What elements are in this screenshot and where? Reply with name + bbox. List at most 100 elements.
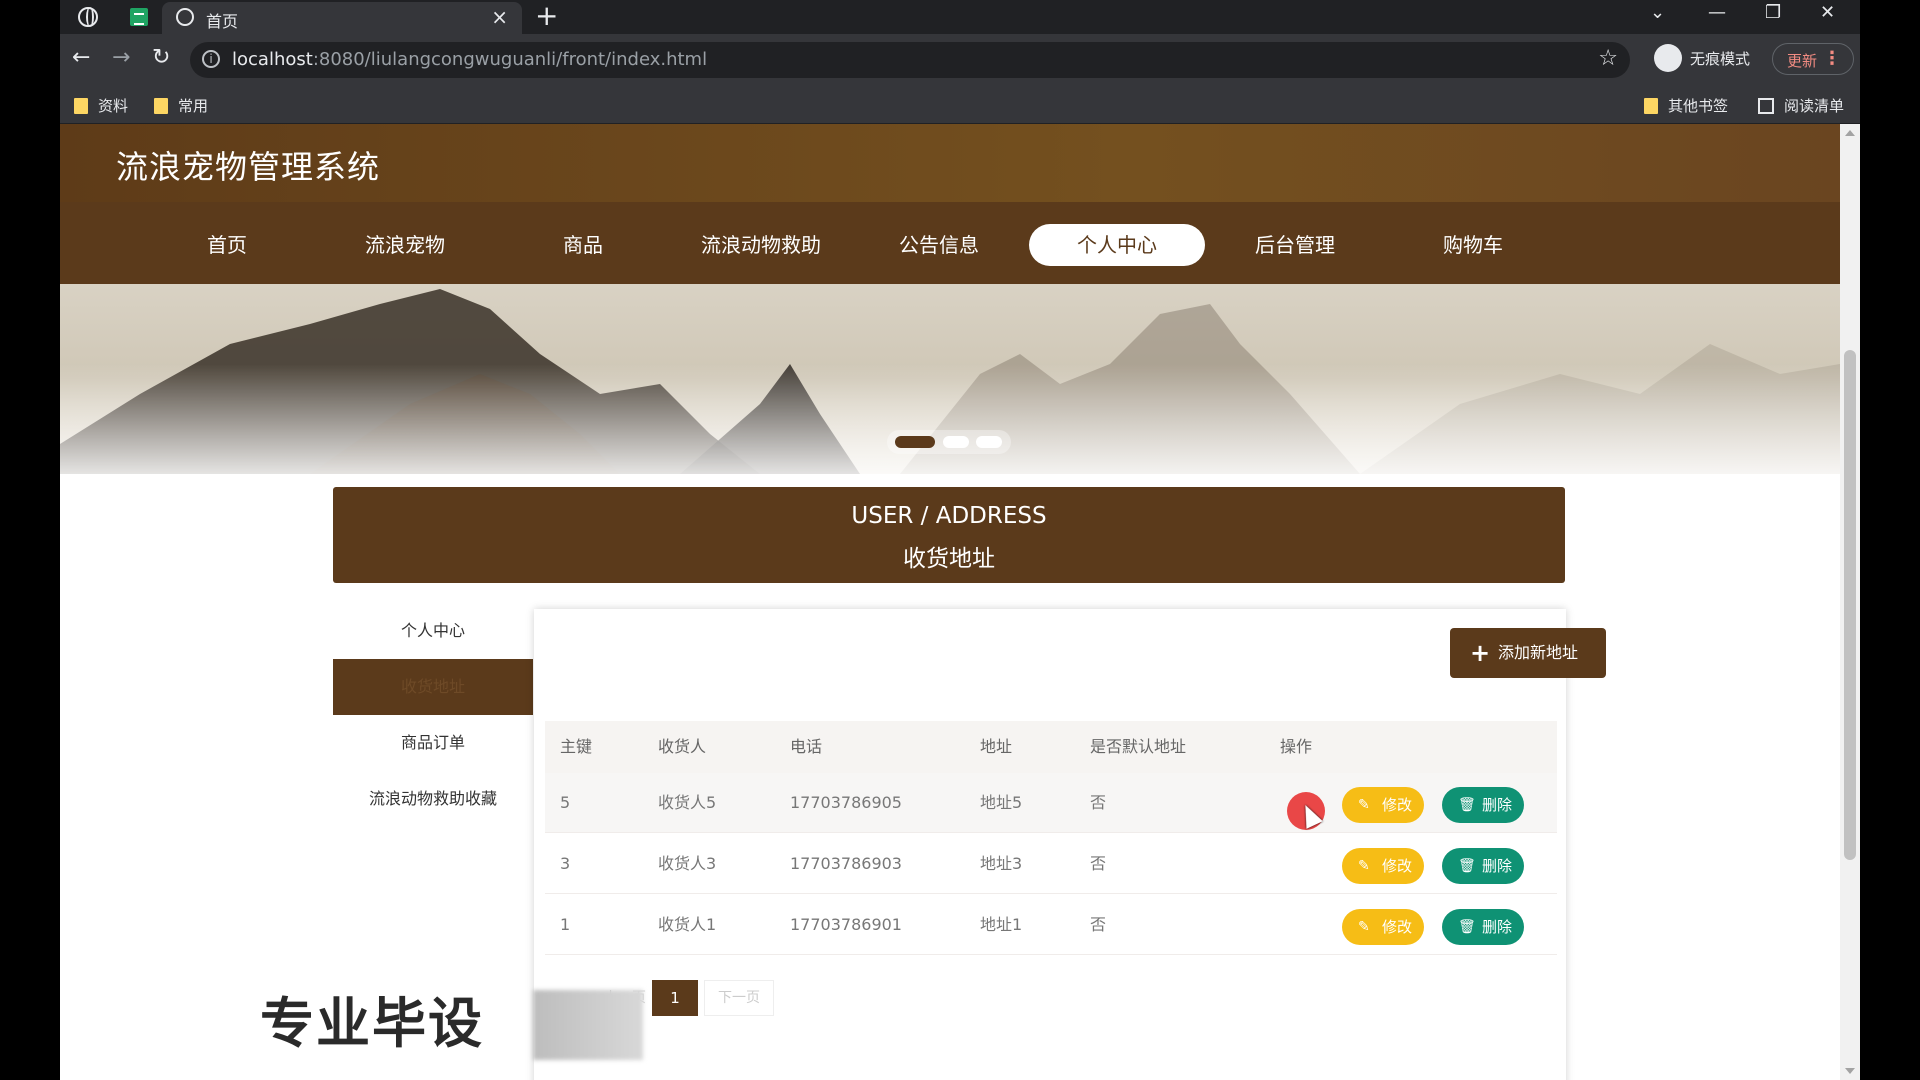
pencil-icon: ✎ [1358, 919, 1370, 935]
nav-cart[interactable]: 购物车 [1385, 224, 1561, 266]
bookmark-label: 其他书签 [1668, 97, 1729, 115]
delete-label: 删除 [1482, 796, 1513, 814]
cell-id: 5 [560, 793, 571, 812]
restore-button[interactable]: ❐ [1765, 2, 1781, 23]
plus-icon: + [1470, 639, 1491, 667]
minimize-button[interactable]: — [1708, 2, 1726, 23]
forward-button[interactable]: → [112, 45, 130, 70]
carousel-dot-2[interactable] [943, 436, 969, 448]
cell-receiver: 收货人1 [658, 915, 717, 934]
carousel-dots [887, 430, 1011, 454]
next-page-button[interactable]: 下一页 [704, 980, 774, 1016]
nav-home[interactable]: 首页 [139, 224, 315, 266]
page-scrollbar[interactable] [1840, 124, 1860, 1080]
delete-button[interactable]: 🗑 删除 [1442, 909, 1524, 945]
nav-stray-pets[interactable]: 流浪宠物 [317, 224, 493, 266]
cell-address: 地址3 [980, 854, 1023, 873]
screen: 首页 × + ⌄ — ❐ ✕ ← → ↻ i localhost:8080/li… [0, 0, 1920, 1080]
sidebar-item-rescue-favorites[interactable]: 流浪动物救助收藏 [333, 771, 533, 827]
nav-personal-center[interactable]: 个人中心 [1029, 224, 1205, 266]
delete-button[interactable]: 🗑 删除 [1442, 787, 1524, 823]
update-button[interactable]: 更新 ⋮ [1772, 43, 1854, 75]
edit-label: 修改 [1382, 796, 1413, 814]
table-row: 5 收货人5 17703786905 地址5 否 ✎ 修改 🗑 删除 [545, 773, 1557, 833]
carousel-dot-1[interactable] [895, 436, 935, 448]
nav-products[interactable]: 商品 [495, 224, 671, 266]
cell-receiver: 收货人3 [658, 854, 717, 873]
th-actions: 操作 [1280, 737, 1313, 756]
bookmark-label: 常用 [178, 97, 209, 115]
site-title: 流浪宠物管理系统 [116, 148, 381, 186]
edit-button[interactable]: ✎ 修改 [1342, 848, 1424, 884]
nav-announcements[interactable]: 公告信息 [851, 224, 1027, 266]
incognito-label: 无痕模式 [1690, 50, 1751, 68]
tab-title: 首页 [206, 12, 239, 31]
section-title-cn: 收货地址 [903, 546, 995, 572]
other-bookmarks[interactable]: 其他书签 [1644, 95, 1728, 116]
globe-icon [176, 8, 194, 26]
url-text[interactable]: localhost:8080/liulangcongwuguanli/front… [232, 49, 707, 70]
th-id: 主键 [560, 737, 593, 756]
new-tab-button[interactable]: + [535, 0, 558, 32]
nav-admin[interactable]: 后台管理 [1207, 224, 1383, 266]
site-header: 流浪宠物管理系统 [60, 124, 1840, 202]
table-header: 主键 收货人 电话 地址 是否默认地址 操作 [545, 721, 1557, 773]
star-icon[interactable]: ☆ [1598, 46, 1618, 71]
cell-default: 否 [1090, 854, 1107, 873]
th-address: 地址 [980, 737, 1013, 756]
bookmark-label: 资料 [98, 97, 129, 115]
folder-icon [1644, 98, 1658, 114]
address-bar[interactable]: i localhost:8080/liulangcongwuguanli/fro… [190, 42, 1630, 78]
delete-label: 删除 [1482, 918, 1513, 936]
reading-list[interactable]: 阅读清单 [1758, 95, 1844, 116]
trash-icon: 🗑 [1458, 919, 1476, 935]
edit-button[interactable]: ✎ 修改 [1342, 787, 1424, 823]
nav-rescue[interactable]: 流浪动物救助 [673, 224, 849, 266]
update-label: 更新 [1787, 52, 1818, 70]
cell-address: 地址5 [980, 793, 1023, 812]
sidebar-item-address[interactable]: 收货地址 [333, 659, 533, 715]
table-row: 1 收货人1 17703786901 地址1 否 ✎ 修改 🗑 删除 [545, 895, 1557, 955]
table-row: 3 收货人3 17703786903 地址3 否 ✎ 修改 🗑 删除 [545, 834, 1557, 894]
bookmark-label: 阅读清单 [1784, 97, 1845, 115]
delete-button[interactable]: 🗑 删除 [1442, 848, 1524, 884]
current-page[interactable]: 1 [652, 980, 698, 1016]
cell-default: 否 [1090, 915, 1107, 934]
reload-button[interactable]: ↻ [152, 45, 170, 70]
cell-receiver: 收货人5 [658, 793, 717, 812]
spreadsheet-tab-icon[interactable] [130, 8, 148, 26]
banner-carousel[interactable] [60, 284, 1840, 474]
scroll-down-icon[interactable] [1845, 1068, 1855, 1074]
scroll-up-icon[interactable] [1845, 130, 1855, 136]
th-phone: 电话 [790, 737, 823, 756]
edit-label: 修改 [1382, 857, 1413, 875]
delete-label: 删除 [1482, 857, 1513, 875]
cell-default: 否 [1090, 793, 1107, 812]
cell-address: 地址1 [980, 915, 1023, 934]
page-viewport: 流浪宠物管理系统 首页 流浪宠物 商品 流浪动物救助 公告信息 个人中心 后台管… [60, 124, 1840, 1080]
globe-icon[interactable] [78, 7, 98, 27]
add-address-label: 添加新地址 [1498, 643, 1579, 662]
sidebar-item-personal-center[interactable]: 个人中心 [333, 603, 533, 659]
back-button[interactable]: ← [72, 45, 90, 70]
bookmark-changyong[interactable]: 常用 [154, 95, 208, 116]
th-receiver: 收货人 [658, 737, 707, 756]
bookmarks-bar: 资料 常用 其他书签 阅读清单 [60, 86, 1860, 124]
trash-icon: 🗑 [1458, 858, 1476, 874]
bookmark-ziliao[interactable]: 资料 [74, 95, 128, 116]
close-tab-icon[interactable]: × [491, 5, 508, 29]
tab-home[interactable]: 首页 × [162, 2, 522, 34]
chevron-down-icon[interactable]: ⌄ [1650, 2, 1665, 23]
edit-button[interactable]: ✎ 修改 [1342, 909, 1424, 945]
cell-id: 3 [560, 854, 571, 873]
scroll-thumb[interactable] [1844, 350, 1856, 860]
add-address-button[interactable]: + 添加新地址 [1450, 628, 1606, 678]
sidebar-item-orders[interactable]: 商品订单 [333, 715, 533, 771]
browser-toolbar: ← → ↻ i localhost:8080/liulangcongwuguan… [60, 34, 1860, 86]
close-window-button[interactable]: ✕ [1820, 2, 1835, 23]
pencil-icon: ✎ [1358, 797, 1370, 813]
main-nav: 首页 流浪宠物 商品 流浪动物救助 公告信息 个人中心 后台管理 购物车 [60, 202, 1840, 284]
cell-phone: 17703786903 [790, 854, 902, 873]
info-icon[interactable]: i [202, 50, 220, 68]
carousel-dot-3[interactable] [976, 436, 1002, 448]
